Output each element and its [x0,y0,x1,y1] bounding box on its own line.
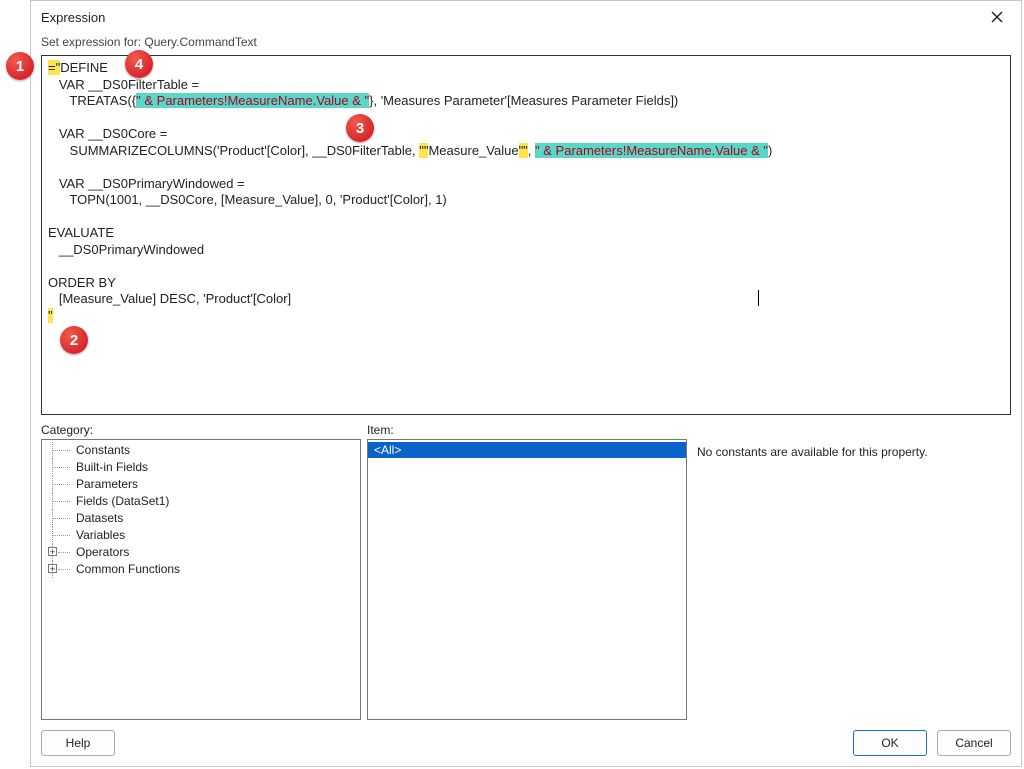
close-button[interactable] [983,7,1011,27]
expression-dialog: Expression Set expression for: Query.Com… [30,0,1022,767]
category-label: Category: [41,423,361,437]
category-item-label: Fields (DataSet1) [76,494,169,508]
category-item[interactable]: Parameters [42,476,360,493]
callout-badge: 1 [6,52,34,80]
expand-icon[interactable]: + [48,564,57,573]
callout-badge: 4 [125,50,153,78]
category-item[interactable]: Constants [42,442,360,459]
category-item-label: Common Functions [76,562,180,576]
expression-editor-frame: ="DEFINE VAR __DS0FilterTable = TREATAS(… [41,55,1011,415]
selectors-row: Category: Constants Built-in Fields Parame… [31,415,1021,720]
item-list[interactable]: <All> [367,439,687,720]
ok-button[interactable]: OK [853,730,927,756]
close-icon [991,11,1003,23]
category-item[interactable]: Datasets [42,510,360,527]
category-item-label: Constants [76,443,130,457]
category-item-label: Parameters [76,477,138,491]
dialog-title: Expression [41,10,105,25]
expand-icon[interactable]: + [48,547,57,556]
titlebar: Expression [31,1,1021,31]
item-label: Item: [367,423,687,437]
callout-badge: 3 [346,114,374,142]
item-row[interactable]: <All> [368,442,686,458]
category-item-label: Built-in Fields [76,460,148,474]
description-text: No constants are available for this prop… [693,439,1011,720]
category-tree[interactable]: Constants Built-in Fields Parameters Fields… [41,439,361,720]
cancel-button[interactable]: Cancel [937,730,1011,756]
help-button[interactable]: Help [41,730,115,756]
description-panel: No constants are available for this prop… [693,423,1011,720]
category-item[interactable]: Variables [42,527,360,544]
category-panel: Category: Constants Built-in Fields Parame… [41,423,361,720]
description-spacer [693,423,1011,437]
category-item[interactable]: + Common Functions [42,561,360,578]
dialog-subtitle: Set expression for: Query.CommandText [31,31,1021,55]
callout-badge: 2 [60,326,88,354]
dialog-footer: Help OK Cancel [31,720,1021,766]
category-item-label: Variables [76,528,125,542]
category-item[interactable]: + Operators [42,544,360,561]
category-item-label: Datasets [76,511,123,525]
expression-editor[interactable]: ="DEFINE VAR __DS0FilterTable = TREATAS(… [42,56,1010,414]
text-caret [758,290,759,306]
category-item[interactable]: Built-in Fields [42,459,360,476]
category-item-label: Operators [76,545,129,559]
category-item[interactable]: Fields (DataSet1) [42,493,360,510]
item-panel: Item: <All> [367,423,687,720]
